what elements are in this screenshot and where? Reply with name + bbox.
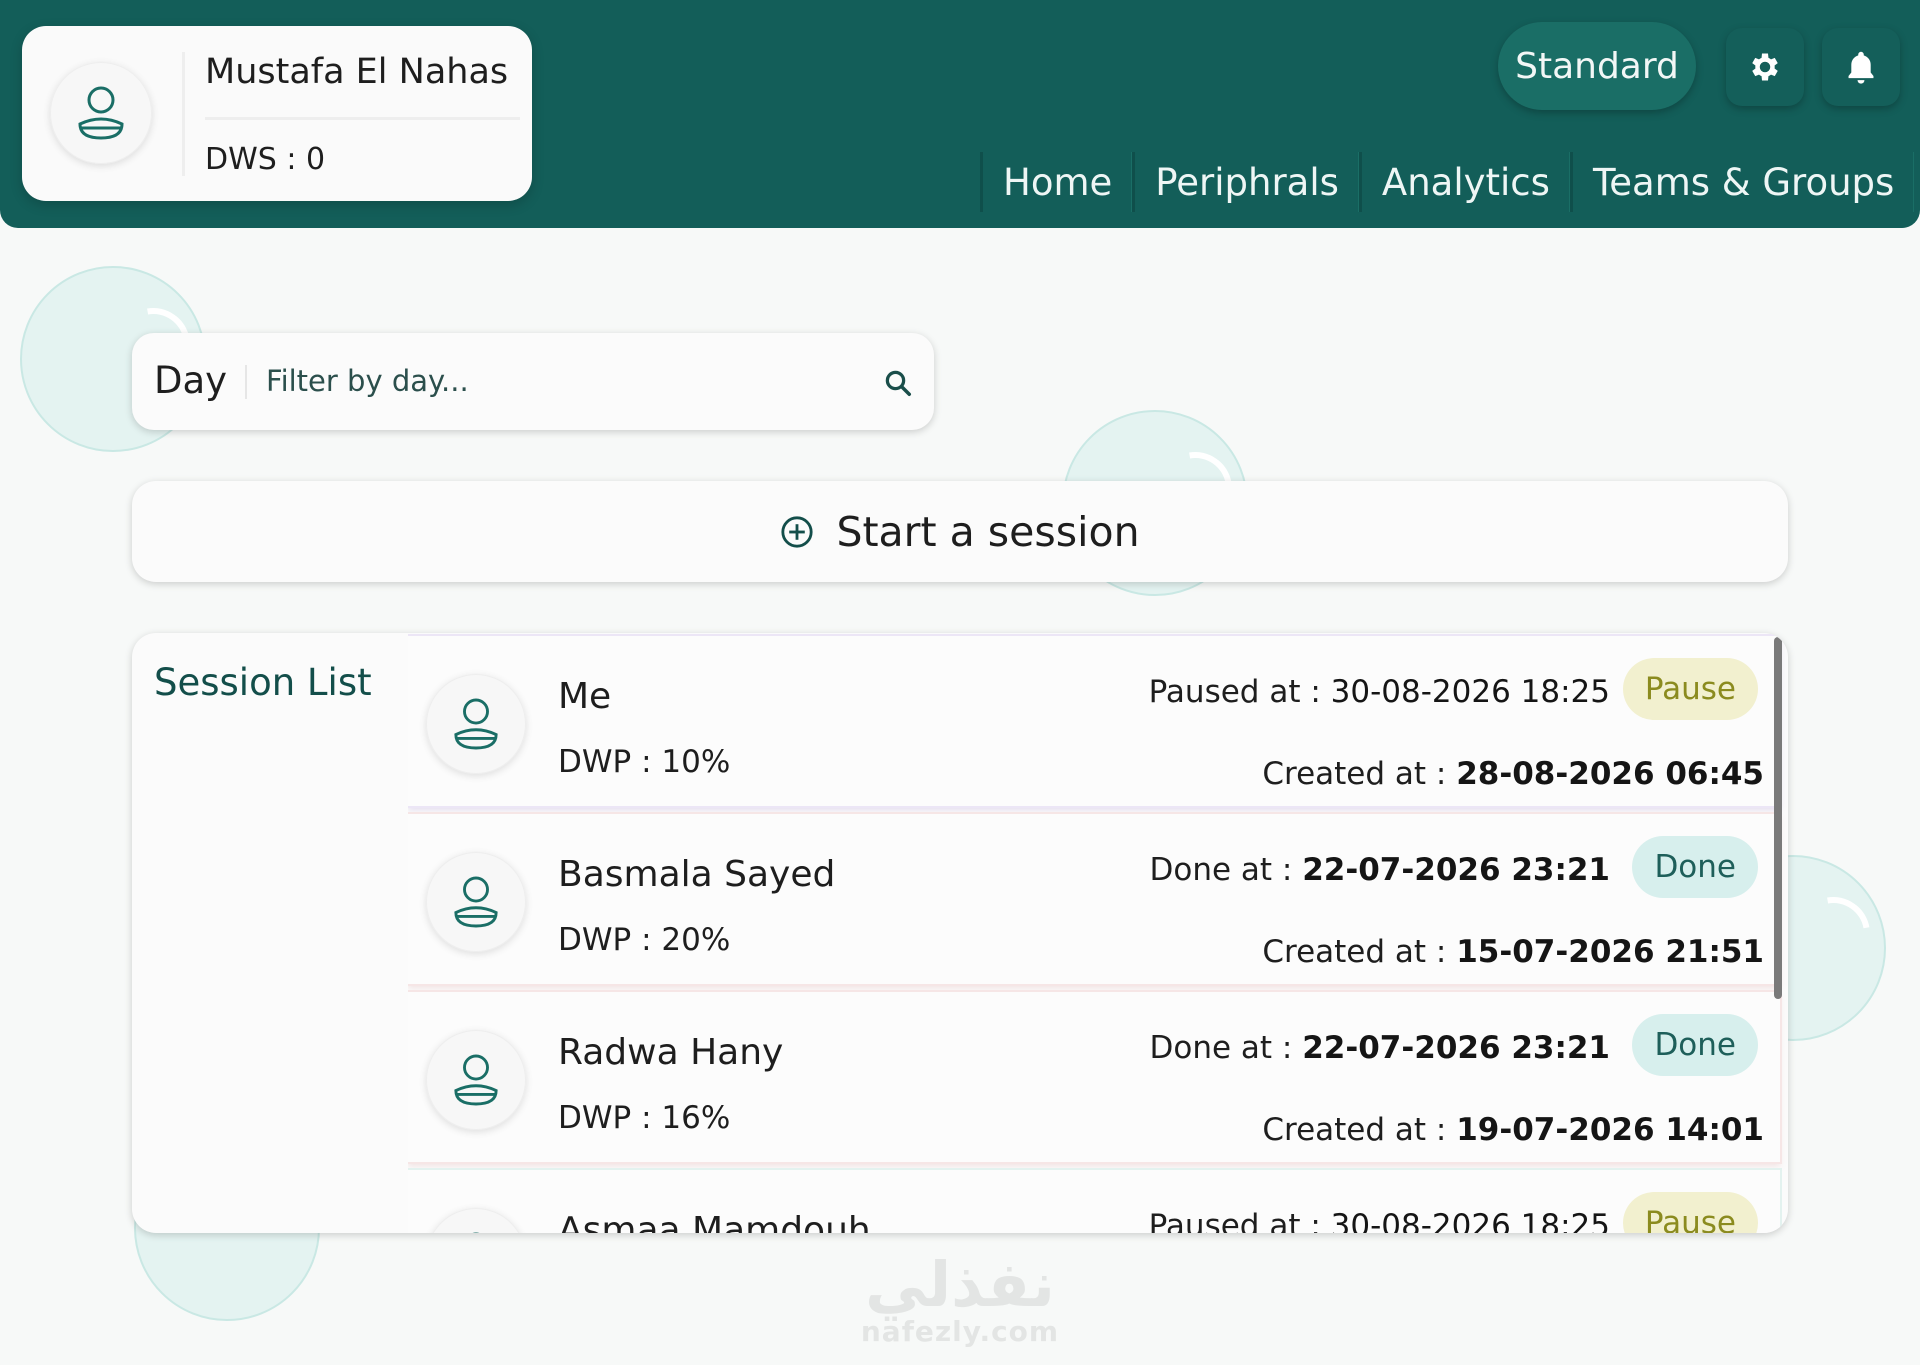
status-label: Done at : xyxy=(1149,852,1293,888)
start-session-button[interactable]: Start a session xyxy=(132,481,1788,582)
nav-peripherals[interactable]: Periphrals xyxy=(1132,152,1359,212)
created-label: Created at : xyxy=(1262,934,1447,970)
session-name: Asmaa Mamdouh xyxy=(558,1210,871,1233)
profile-card[interactable]: Mustafa El Nahas DWS : 0 xyxy=(22,26,532,201)
status-value: 30-08-2026 18:25 xyxy=(1330,1208,1610,1233)
session-dwp: DWP : 20% xyxy=(558,922,731,958)
status-badge[interactable]: Done xyxy=(1632,1014,1758,1076)
divider xyxy=(245,365,247,399)
profile-name: Mustafa El Nahas xyxy=(205,52,509,92)
session-name: Basmala Sayed xyxy=(558,854,836,895)
session-status-time: Done at : 22-07-2026 23:21 xyxy=(1150,1030,1611,1066)
status-value: 30-08-2026 18:25 xyxy=(1330,674,1610,710)
top-bar: Mustafa El Nahas DWS : 0 Standard Home P… xyxy=(0,0,1920,228)
divider xyxy=(205,117,520,120)
session-status-time: Paused at : 30-08-2026 18:25 xyxy=(1149,674,1610,710)
status-value: 22-07-2026 23:21 xyxy=(1302,1030,1610,1066)
avatar xyxy=(426,852,526,952)
watermark-site: nafezly.com xyxy=(860,1315,1060,1348)
day-filter: Day xyxy=(132,333,934,430)
created-label: Created at : xyxy=(1262,756,1447,792)
session-list-title: Session List xyxy=(154,661,372,704)
nav-home[interactable]: Home xyxy=(980,152,1132,212)
divider xyxy=(182,52,185,176)
nav-analytics[interactable]: Analytics xyxy=(1358,152,1570,212)
session-card[interactable]: Radwa Hany DWP : 16% Done at : 22-07-202… xyxy=(408,992,1780,1162)
plus-circle-icon xyxy=(781,515,814,548)
watermark-arabic: نفذلي xyxy=(865,1248,1055,1321)
session-card[interactable]: Me DWP : 10% Paused at : 30-08-2026 18:2… xyxy=(408,636,1780,806)
main-nav: Home Periphrals Analytics Teams & Groups xyxy=(980,152,1914,212)
status-label: Done at : xyxy=(1149,1030,1293,1066)
session-created-time: Created at : 15-07-2026 21:51 xyxy=(1262,934,1764,970)
profile-dws: DWS : 0 xyxy=(205,142,326,177)
search-icon xyxy=(885,370,911,396)
created-value: 19-07-2026 14:01 xyxy=(1456,1112,1764,1148)
watermark: نفذلي nafezly.com xyxy=(840,1248,1080,1348)
user-icon xyxy=(454,1054,498,1106)
session-status-time: Done at : 22-07-2026 23:21 xyxy=(1150,852,1611,888)
bell-icon xyxy=(1848,51,1874,84)
avatar xyxy=(426,1030,526,1130)
status-value: 22-07-2026 23:21 xyxy=(1302,852,1610,888)
user-icon xyxy=(78,86,124,140)
status-badge[interactable]: Pause xyxy=(1622,658,1758,720)
session-created-time: Created at : 19-07-2026 14:01 xyxy=(1262,1112,1764,1148)
notifications-button[interactable] xyxy=(1822,28,1900,106)
session-name: Me xyxy=(558,676,612,717)
status-label: Paused at : xyxy=(1148,1208,1321,1233)
nav-teams-groups[interactable]: Teams & Groups xyxy=(1569,152,1914,212)
avatar xyxy=(426,1208,526,1233)
start-session-label: Start a session xyxy=(836,507,1140,556)
avatar xyxy=(426,674,526,774)
search-button[interactable] xyxy=(878,363,918,403)
status-badge[interactable]: Pause xyxy=(1622,1192,1758,1233)
gear-icon xyxy=(1752,53,1778,81)
filter-label: Day xyxy=(154,359,228,402)
settings-button[interactable] xyxy=(1726,28,1804,106)
user-icon xyxy=(454,698,498,750)
plan-button[interactable]: Standard xyxy=(1498,22,1696,110)
session-list[interactable]: Me DWP : 10% Paused at : 30-08-2026 18:2… xyxy=(408,633,1788,1233)
user-icon xyxy=(454,876,498,928)
scrollbar[interactable] xyxy=(1774,637,1782,999)
created-value: 15-07-2026 21:51 xyxy=(1456,934,1764,970)
created-value: 28-08-2026 06:45 xyxy=(1456,756,1764,792)
status-badge[interactable]: Done xyxy=(1632,836,1758,898)
session-name: Radwa Hany xyxy=(558,1032,784,1073)
session-dwp: DWP : 16% xyxy=(558,1100,731,1136)
status-label: Paused at : xyxy=(1148,674,1321,710)
session-card[interactable]: Basmala Sayed DWP : 20% Done at : 22-07-… xyxy=(408,814,1780,984)
session-status-time: Paused at : 30-08-2026 18:25 xyxy=(1149,1208,1610,1233)
user-icon xyxy=(472,1232,480,1233)
session-card[interactable]: Asmaa Mamdouh Paused at : 30-08-2026 18:… xyxy=(408,1170,1780,1233)
session-created-time: Created at : 28-08-2026 06:45 xyxy=(1262,756,1764,792)
session-list-panel: Session List Me DWP : 10% Paused at : 30… xyxy=(132,633,1788,1233)
created-label: Created at : xyxy=(1262,1112,1447,1148)
session-dwp: DWP : 10% xyxy=(558,744,731,780)
day-filter-input[interactable] xyxy=(266,359,846,403)
avatar xyxy=(50,62,152,164)
